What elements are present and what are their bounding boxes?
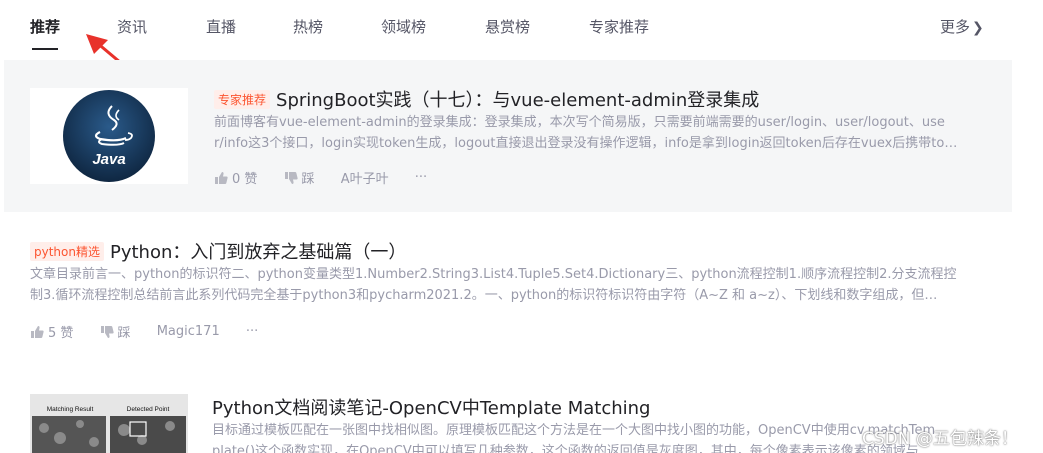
more-options-icon[interactable]: ···: [246, 324, 258, 339]
article-title[interactable]: Python：入门到放弃之基础篇（一）: [110, 242, 406, 263]
like-button[interactable]: 0 赞: [214, 168, 257, 187]
article-card[interactable]: python精选 Python：入门到放弃之基础篇（一） 文章目录前言一、pyth…: [0, 226, 1043, 356]
active-tab-indicator: [32, 48, 58, 50]
article-meta: 5 赞 踩 Magic171 ···: [30, 322, 258, 341]
like-button[interactable]: 5 赞: [30, 322, 73, 341]
article-thumbnail[interactable]: Matching Result Detected Point: [30, 394, 188, 453]
expert-recommend-badge: 专家推荐: [214, 90, 271, 109]
author-name[interactable]: Magic171: [157, 324, 220, 339]
dislike-label: 踩: [301, 172, 315, 187]
article-thumbnail[interactable]: Java: [30, 88, 188, 184]
java-logo-label: Java: [92, 151, 125, 168]
python-featured-badge: python精选: [30, 242, 104, 261]
article-title[interactable]: Python文档阅读笔记-OpenCV中Template Matching: [212, 398, 650, 419]
thumbs-up-icon: [31, 325, 44, 338]
dislike-label: 踩: [117, 326, 131, 341]
tab-expert-recommend[interactable]: 专家推荐: [589, 16, 649, 37]
tab-recommend[interactable]: 推荐: [30, 16, 60, 37]
summary-line: 文章目录前言一、python的标识符二、python变量类型1.Number2.…: [30, 267, 957, 282]
more-label: 更多: [940, 18, 971, 36]
article-card[interactable]: Java 专家推荐 SpringBoot实践（十七）：与vue-element-a…: [4, 60, 1012, 212]
article-title[interactable]: SpringBoot实践（十七）：与vue-element-admin登录集成: [276, 90, 759, 111]
summary-line: 制3.循环流程控制总结前言此系列代码完全基于python3和pycharm202…: [30, 288, 938, 303]
dislike-button[interactable]: 踩: [100, 322, 131, 341]
author-name[interactable]: A叶子叶: [341, 168, 389, 187]
thumb-caption-left: Matching Result: [47, 406, 94, 413]
article-summary[interactable]: 文章目录前言一、python的标识符二、python变量类型1.Number2.…: [30, 264, 990, 308]
chevron-right-icon: ❯: [972, 20, 984, 36]
thumbs-up-icon: [215, 171, 228, 184]
like-count: 0 赞: [232, 172, 258, 187]
more-options-icon[interactable]: ···: [415, 170, 427, 185]
article-title-row: Python文档阅读笔记-OpenCV中Template Matching: [212, 394, 650, 420]
article-meta: 0 赞 踩 A叶子叶 ···: [214, 168, 427, 187]
tab-hot-list[interactable]: 热榜: [293, 16, 323, 37]
article-summary[interactable]: 前面博客有vue-element-admin的登录集成：登录集成，本次写个简易版…: [214, 112, 994, 156]
summary-line: 前面博客有vue-element-admin的登录集成：登录集成，本次写个简易版…: [214, 115, 945, 130]
tab-domain-list[interactable]: 领域榜: [381, 16, 426, 37]
like-count: 5 赞: [48, 326, 74, 341]
article-title-row: python精选 Python：入门到放弃之基础篇（一）: [30, 238, 406, 264]
template-matching-image: Matching Result Detected Point: [30, 394, 188, 453]
thumbs-down-icon: [284, 171, 298, 184]
thumbs-down-icon: [100, 325, 114, 338]
article-title-row: 专家推荐 SpringBoot实践（十七）：与vue-element-admin登…: [214, 86, 759, 112]
thumb-caption-right: Detected Point: [127, 406, 170, 413]
summary-line: r/info这3个接口，login实现token生成，logout直接退出登录没…: [214, 136, 958, 151]
dislike-button[interactable]: 踩: [284, 168, 315, 187]
tab-live[interactable]: 直播: [206, 16, 236, 37]
more-button[interactable]: 更多 ❯: [940, 16, 984, 37]
tab-bounty-list[interactable]: 悬赏榜: [485, 16, 530, 37]
java-logo-icon: Java: [63, 90, 155, 182]
csdn-watermark: CSDN @五包辣条！: [862, 429, 1018, 449]
